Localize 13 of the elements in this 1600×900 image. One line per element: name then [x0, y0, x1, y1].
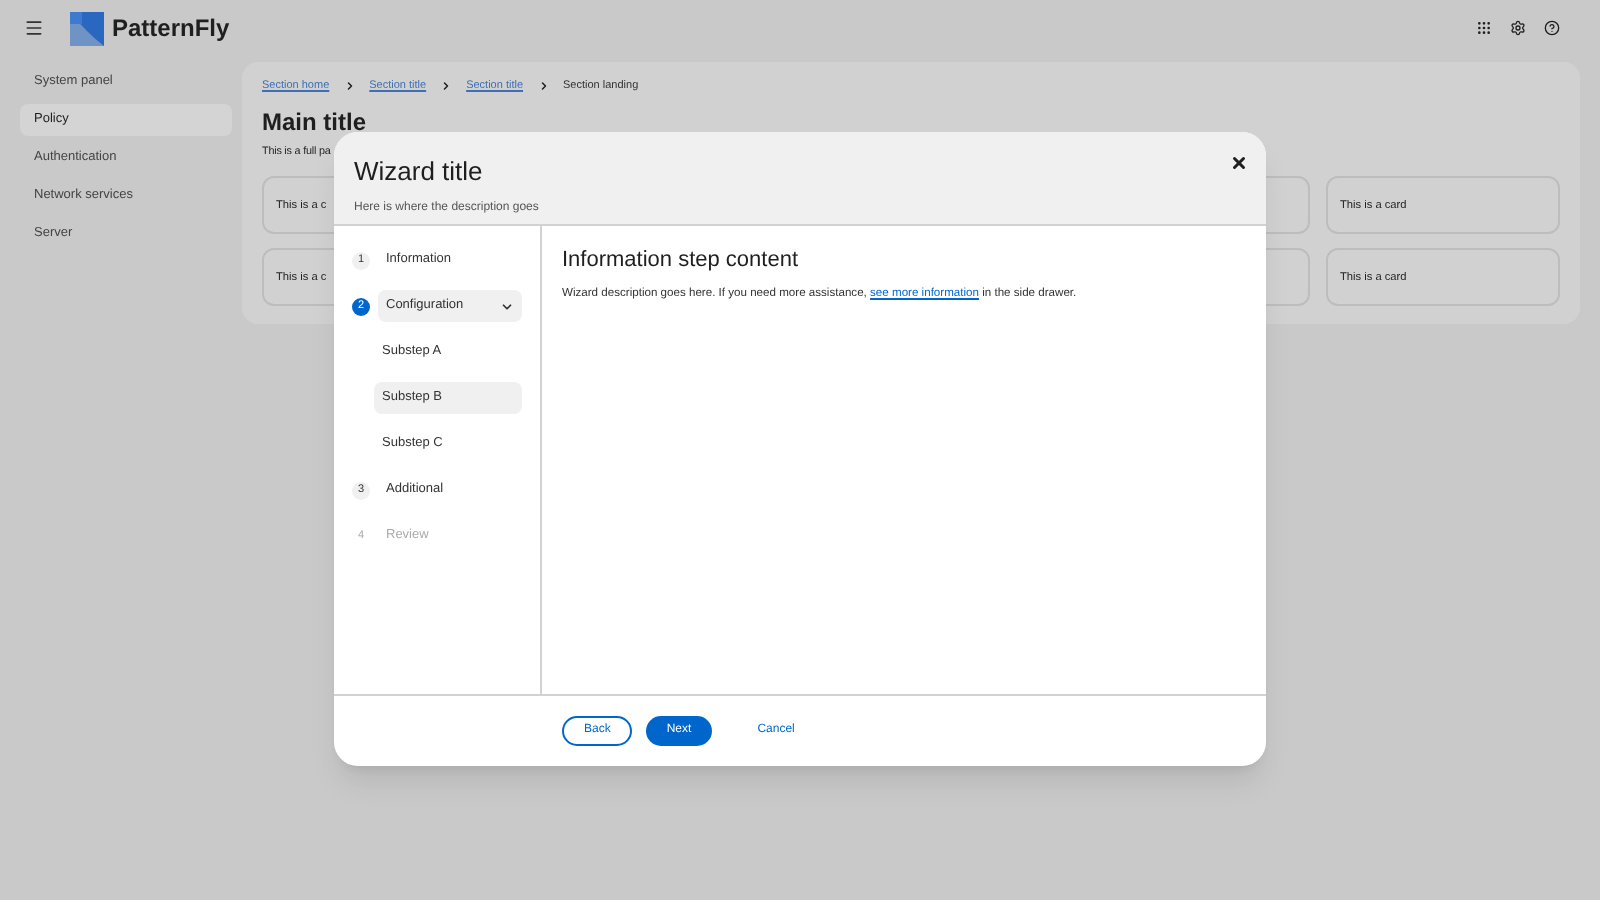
main-title: Main title	[262, 106, 369, 141]
close-button[interactable]	[1230, 154, 1248, 172]
logo-icon	[70, 11, 104, 45]
chevron-right-icon	[440, 80, 453, 93]
wizard-title: Wizard title	[354, 154, 483, 190]
menu-icon[interactable]	[24, 18, 44, 38]
help-icon[interactable]	[1544, 20, 1560, 36]
brand-name: PatternFly	[112, 12, 230, 46]
apps-grid-icon[interactable]	[1476, 20, 1492, 36]
settings-icon[interactable]	[1510, 20, 1526, 36]
chevron-right-icon	[343, 80, 356, 93]
content-title: Information step content	[562, 246, 801, 276]
chevron-right-icon	[537, 80, 550, 93]
